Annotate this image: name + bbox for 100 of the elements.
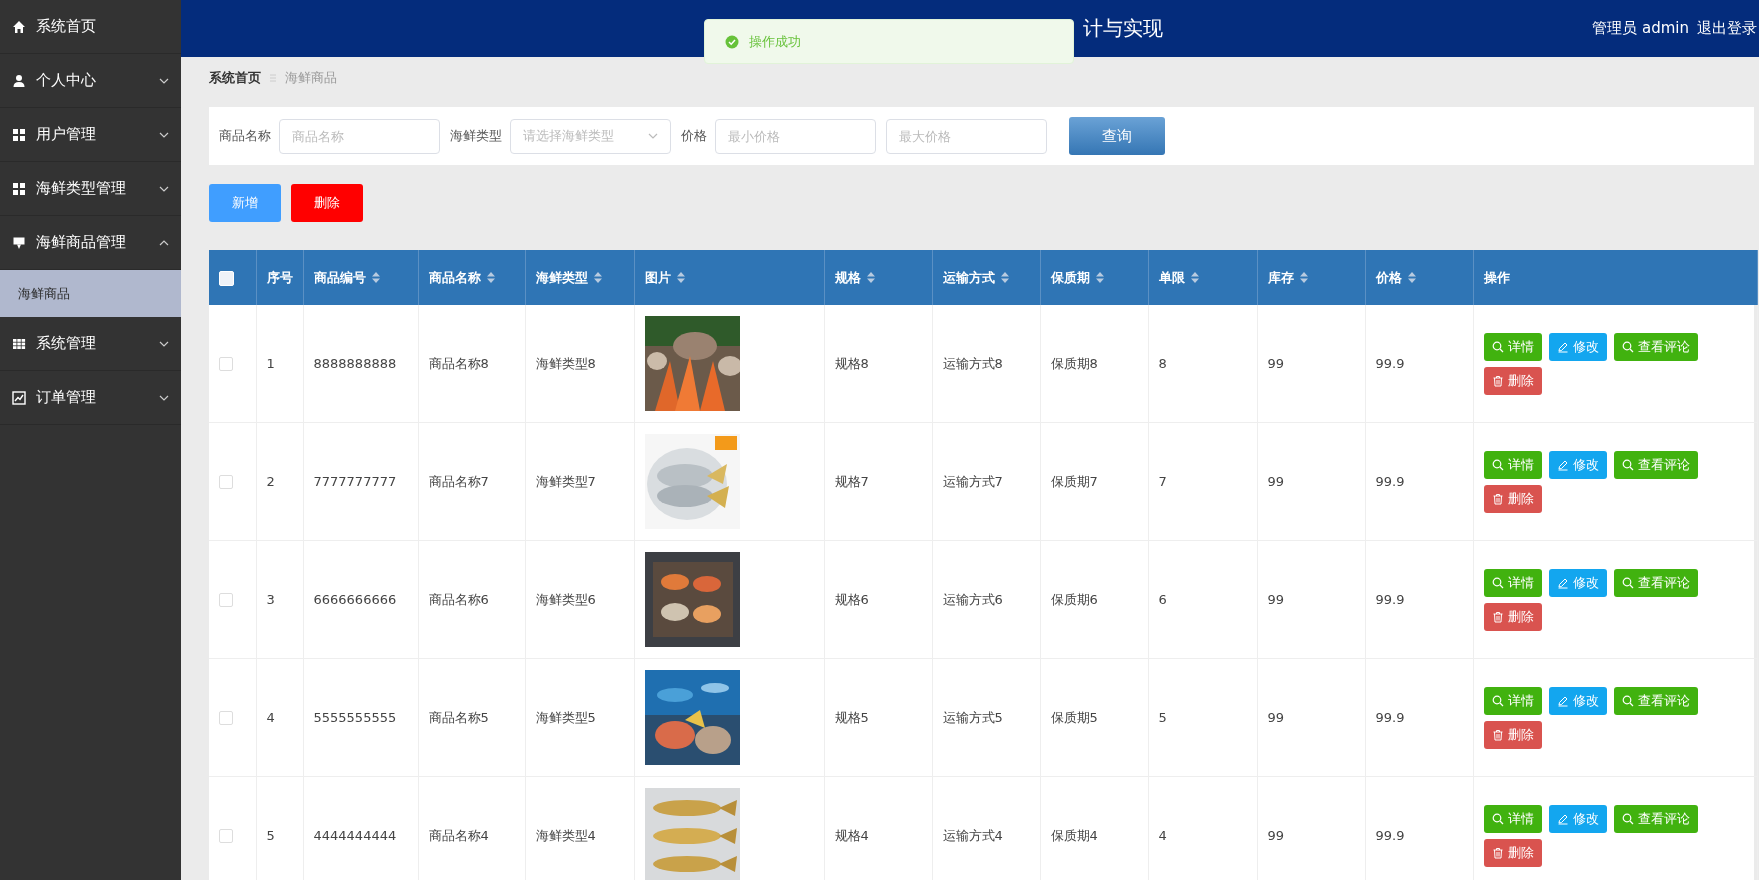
review-button[interactable]: 查看评论: [1613, 450, 1698, 479]
row-checkbox[interactable]: [219, 711, 233, 726]
table-cell: 商品名称4: [418, 776, 525, 880]
pencil-icon: [1556, 694, 1569, 707]
review-button[interactable]: 查看评论: [1613, 804, 1698, 833]
search-icon: [1621, 340, 1634, 353]
table-cell: 4: [1148, 776, 1257, 880]
delete-button[interactable]: 删除: [1483, 720, 1542, 749]
search-icon: [1621, 812, 1634, 825]
column-header[interactable]: 运输方式: [932, 250, 1040, 305]
table-cell: 4444444444: [303, 776, 418, 880]
sidebar-label: 系统管理: [36, 334, 97, 353]
table-cell: 运输方式6: [932, 540, 1040, 659]
review-button[interactable]: 查看评论: [1613, 686, 1698, 715]
edit-button[interactable]: 修改: [1548, 804, 1607, 833]
detail-button[interactable]: 详情: [1483, 568, 1542, 597]
trash-icon: [1491, 610, 1504, 623]
sidebar-label: 系统首页: [36, 17, 97, 36]
home-icon: [12, 19, 26, 34]
detail-button[interactable]: 详情: [1483, 804, 1542, 833]
row-checkbox[interactable]: [219, 593, 233, 608]
sidebar-label: 订单管理: [36, 388, 97, 407]
column-header[interactable]: 保质期: [1040, 250, 1148, 305]
table-cell: 海鲜类型8: [525, 305, 634, 423]
detail-button[interactable]: 详情: [1483, 450, 1542, 479]
search-icon: [1621, 576, 1634, 589]
breadcrumb-item[interactable]: 海鲜商品: [285, 69, 337, 87]
table-cell: 保质期5: [1040, 658, 1148, 777]
check-circle-icon: [725, 34, 739, 49]
delete-button[interactable]: 删除: [1483, 838, 1542, 867]
table-cell: 商品名称6: [418, 540, 525, 659]
sidebar-item[interactable]: 订单管理: [0, 371, 181, 425]
column-header[interactable]: 规格: [824, 250, 932, 305]
table-cell: 规格7: [824, 422, 932, 541]
row-checkbox[interactable]: [219, 829, 233, 844]
chart-icon: [12, 390, 26, 405]
table-cell: 1: [256, 305, 303, 423]
column-header[interactable]: 图片: [634, 250, 824, 305]
sidebar-item[interactable]: 海鲜类型管理: [0, 162, 181, 216]
table-cell: 99: [1257, 305, 1365, 423]
column-header: 序号: [256, 250, 303, 305]
pencil-icon: [1556, 812, 1569, 825]
add-button[interactable]: 新增: [209, 184, 281, 222]
delete-button[interactable]: 删除: [1483, 366, 1542, 395]
pencil-icon: [1556, 458, 1569, 471]
toast-message: 操作成功: [749, 32, 801, 51]
column-header[interactable]: 商品名称: [418, 250, 525, 305]
column-header[interactable]: 单限: [1148, 250, 1257, 305]
table-cell: 海鲜类型6: [525, 540, 634, 659]
table-cell: 海鲜类型4: [525, 776, 634, 880]
edit-button[interactable]: 修改: [1548, 686, 1607, 715]
edit-button[interactable]: 修改: [1548, 568, 1607, 597]
review-button[interactable]: 查看评论: [1613, 332, 1698, 361]
table-cell: 保质期8: [1040, 305, 1148, 423]
field-label: 价格: [681, 127, 707, 145]
delete-button[interactable]: 删除: [291, 184, 363, 222]
pencil-icon: [1556, 576, 1569, 589]
delete-button[interactable]: 删除: [1483, 602, 1542, 631]
input-field[interactable]: 商品名称: [279, 118, 440, 154]
sidebar-label: 海鲜类型管理: [36, 179, 127, 198]
search-icon: [1621, 458, 1634, 471]
input-field[interactable]: 最小价格: [715, 118, 876, 154]
sidebar-item[interactable]: 用户管理: [0, 108, 181, 162]
sidebar-label: 用户管理: [36, 125, 97, 144]
sidebar-item[interactable]: 系统管理: [0, 317, 181, 371]
trash-icon: [1491, 846, 1504, 859]
search-icon: [1491, 458, 1504, 471]
row-checkbox[interactable]: [219, 475, 233, 490]
table-cell: 保质期4: [1040, 776, 1148, 880]
field-label: 海鲜类型: [450, 127, 502, 145]
type-select[interactable]: 请选择海鲜类型: [510, 118, 671, 154]
table-cell: 保质期6: [1040, 540, 1148, 659]
table-cell: 7: [1148, 422, 1257, 541]
edit-button[interactable]: 修改: [1548, 450, 1607, 479]
chevron-down-icon: [648, 133, 658, 139]
table-cell: 运输方式7: [932, 422, 1040, 541]
table-cell: 商品名称7: [418, 422, 525, 541]
edit-button[interactable]: 修改: [1548, 332, 1607, 361]
column-header[interactable]: 海鲜类型: [525, 250, 634, 305]
sidebar-subitem[interactable]: 海鲜商品: [0, 270, 181, 317]
trash-icon: [1491, 728, 1504, 741]
input-field[interactable]: 最大价格: [886, 118, 1047, 154]
search-button[interactable]: 查询: [1069, 117, 1165, 155]
select-all-checkbox[interactable]: [219, 270, 234, 286]
search-icon: [1491, 694, 1504, 707]
column-header[interactable]: 价格: [1365, 250, 1473, 305]
row-checkbox[interactable]: [219, 357, 233, 372]
breadcrumb-item[interactable]: 系统首页: [209, 69, 261, 87]
detail-button[interactable]: 详情: [1483, 332, 1542, 361]
logout-link[interactable]: 退出登录: [1697, 19, 1757, 38]
delete-button[interactable]: 删除: [1483, 484, 1542, 513]
column-header[interactable]: 库存: [1257, 250, 1365, 305]
review-button[interactable]: 查看评论: [1613, 568, 1698, 597]
column-header: 操作: [1473, 250, 1757, 305]
column-header[interactable]: 商品编号: [303, 250, 418, 305]
detail-button[interactable]: 详情: [1483, 686, 1542, 715]
sidebar-item[interactable]: 个人中心: [0, 54, 181, 108]
table-cell: 5555555555: [303, 658, 418, 777]
user-label: 管理员 admin: [1592, 19, 1689, 38]
table-cell: 运输方式4: [932, 776, 1040, 880]
